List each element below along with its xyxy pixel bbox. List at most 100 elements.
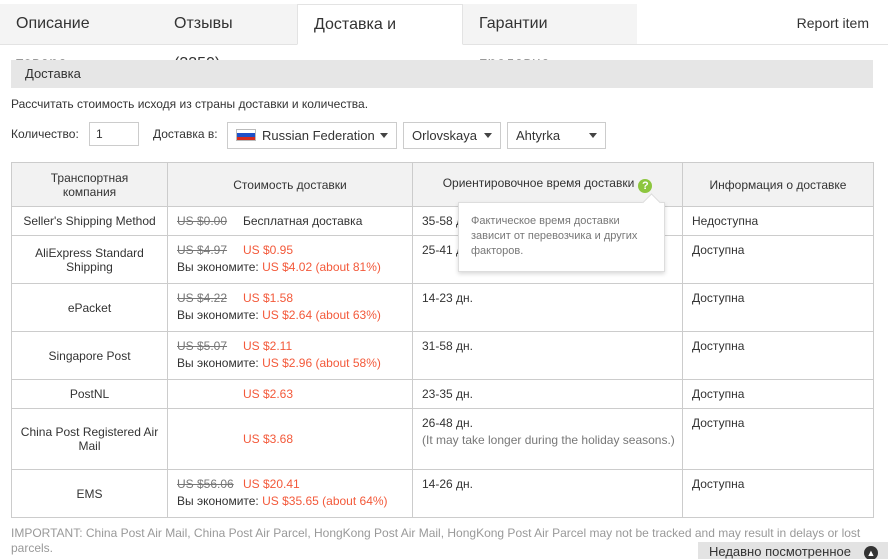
delivery-time: 23-35 дн. <box>422 387 473 401</box>
region-select[interactable]: Orlovskaya <box>403 122 501 149</box>
tracking-info: Доступна <box>682 235 874 284</box>
delivery-time-tooltip: Фактическое время доставки зависит от пе… <box>458 202 665 272</box>
shipping-price: US $20.41 <box>243 477 300 491</box>
table-row: AliExpress Standard Shipping US $4.97 US $… <box>11 235 874 284</box>
tab-description[interactable]: Описание товара <box>0 4 158 72</box>
shipping-cost: US $0.00 Бесплатная доставка <box>167 206 413 236</box>
city-select[interactable]: Ahtyrka <box>507 122 606 149</box>
tracking-info: Доступна <box>682 379 874 409</box>
delivery-time-cell: 23-35 дн. <box>412 379 683 409</box>
recently-viewed-bar[interactable]: Недавно посмотренное ▲ <box>698 542 888 559</box>
header-info: Информация о доставке <box>682 162 874 207</box>
table-row: EMS US $56.06 US $20.41 Вы экономите: US $3… <box>11 469 874 518</box>
delivery-time-cell: 26-48 дн. (It may take longer during the … <box>412 408 683 470</box>
carrier-name: Seller's Shipping Method <box>11 206 168 236</box>
carrier-label: PostNL <box>69 387 110 401</box>
delivery-time-note: (It may take longer during the holiday s… <box>422 433 675 447</box>
original-price: US $0.00 <box>177 214 228 228</box>
shipping-cost: US $3.68 <box>167 408 413 470</box>
table-row: China Post Registered Air Mail US $3.68 26… <box>11 408 874 470</box>
chevron-up-icon: ▲ <box>864 546 878 559</box>
header-time-label: Ориентировочное время доставки <box>442 176 635 190</box>
tracking-info: Доступна <box>682 283 874 332</box>
country-value: Russian Federation <box>262 128 375 143</box>
tab-reviews[interactable]: Отзывы (3350) <box>158 4 297 72</box>
savings-label: Вы экономите: <box>177 260 259 274</box>
tracking-status: Доступна <box>692 416 745 430</box>
carrier-label: ePacket <box>67 300 112 315</box>
product-tabs: Описание товара Отзывы (3350) Доставка и… <box>0 0 888 73</box>
delivery-time: 14-23 дн. <box>422 291 473 305</box>
table-header-row: Транспортная компания Стоимость доставки… <box>11 162 874 207</box>
carrier-name: PostNL <box>11 379 168 409</box>
delivery-time: 26-48 дн. <box>422 416 473 430</box>
savings-value: US $35.65 (about 64%) <box>262 494 388 508</box>
region-value: Orlovskaya <box>412 128 478 143</box>
carrier-label: Singapore Post <box>48 348 131 363</box>
tracking-info: Доступна <box>682 331 874 380</box>
calc-description: Рассчитать стоимость исходя из страны до… <box>11 97 369 111</box>
tracking-status: Доступна <box>692 291 745 305</box>
tracking-status: Доступна <box>692 387 745 401</box>
tracking-status: Доступна <box>692 339 745 353</box>
delivery-time: 14-26 дн. <box>422 477 473 491</box>
original-price: US $56.06 <box>177 477 234 491</box>
savings-value: US $4.02 (about 81%) <box>262 260 381 274</box>
chevron-down-icon <box>484 133 492 138</box>
quantity-input[interactable] <box>89 122 139 146</box>
carrier-label: Seller's Shipping Method <box>23 214 156 228</box>
chevron-down-icon <box>589 133 597 138</box>
tracking-info: Недоступна <box>682 206 874 236</box>
shipping-cost: US $4.22 US $1.58 Вы экономите: US $2.64 (… <box>167 283 413 332</box>
carrier-label: AliExpress Standard Shipping <box>35 245 144 274</box>
country-select[interactable]: Russian Federation <box>227 122 397 149</box>
header-carrier: Транспортная компания <box>11 162 168 207</box>
russia-flag-icon <box>236 129 256 141</box>
table-row: Singapore Post US $5.07 US $2.11 Вы экономи… <box>11 331 874 380</box>
header-cost: Стоимость доставки <box>167 162 413 207</box>
shipping-price: Бесплатная доставка <box>243 214 363 228</box>
shipping-table: Транспортная компания Стоимость доставки… <box>11 162 874 518</box>
shipping-cost: US $2.63 <box>167 379 413 409</box>
shipping-cost: US $5.07 US $2.11 Вы экономите: US $2.96 (… <box>167 331 413 380</box>
table-row: ePacket US $4.22 US $1.58 Вы экономите: US … <box>11 283 874 332</box>
savings-value: US $2.96 (about 58%) <box>262 356 381 370</box>
delivery-time-cell: 31-58 дн. <box>412 331 683 380</box>
carrier-name: China Post Registered Air Mail <box>11 408 168 470</box>
savings-label: Вы экономите: <box>177 308 259 322</box>
city-value: Ahtyrka <box>516 128 561 143</box>
deliver-to-label: Доставка в: <box>153 127 218 141</box>
section-title: Доставка <box>11 60 873 88</box>
original-price: US $5.07 <box>177 339 228 353</box>
shipping-price: US $1.58 <box>243 291 294 305</box>
quantity-label: Количество: <box>11 127 79 141</box>
carrier-name: AliExpress Standard Shipping <box>11 235 168 284</box>
shipping-price: US $2.11 <box>243 339 293 353</box>
original-price: US $4.97 <box>177 243 228 257</box>
report-item-link[interactable]: Report item <box>797 0 869 44</box>
carrier-name: EMS <box>11 469 168 518</box>
tracking-status: Недоступна <box>692 214 759 228</box>
tracking-info: Доступна <box>682 408 874 470</box>
shipping-cost: US $56.06 US $20.41 Вы экономите: US $35.6… <box>167 469 413 518</box>
carrier-label: EMS <box>76 486 103 501</box>
carrier-name: ePacket <box>11 283 168 332</box>
tracking-info: Доступна <box>682 469 874 518</box>
delivery-time-cell: 14-26 дн. <box>412 469 683 518</box>
table-row: PostNL US $2.63 23-35 дн. Доступна <box>11 379 874 409</box>
shipping-price: US $3.68 <box>243 431 294 446</box>
original-price: US $4.22 <box>177 291 228 305</box>
shipping-price: US $2.63 <box>243 386 294 401</box>
delivery-time-cell: 14-23 дн. <box>412 283 683 332</box>
delivery-time: 31-58 дн. <box>422 339 473 353</box>
recently-viewed-label: Недавно посмотренное <box>709 544 851 559</box>
carrier-name: Singapore Post <box>11 331 168 380</box>
tracking-status: Доступна <box>692 477 745 491</box>
help-icon[interactable]: ? <box>638 179 653 193</box>
tab-shipping-payment[interactable]: Доставка и оплата <box>297 4 463 73</box>
tab-seller-guarantees[interactable]: Гарантии продавца <box>463 4 637 72</box>
tracking-status: Доступна <box>692 243 745 257</box>
carrier-label: China Post Registered Air Mail <box>20 425 159 453</box>
header-time: Ориентировочное время доставки? <box>412 162 683 207</box>
table-row: Seller's Shipping Method US $0.00 Бесплатн… <box>11 206 874 236</box>
